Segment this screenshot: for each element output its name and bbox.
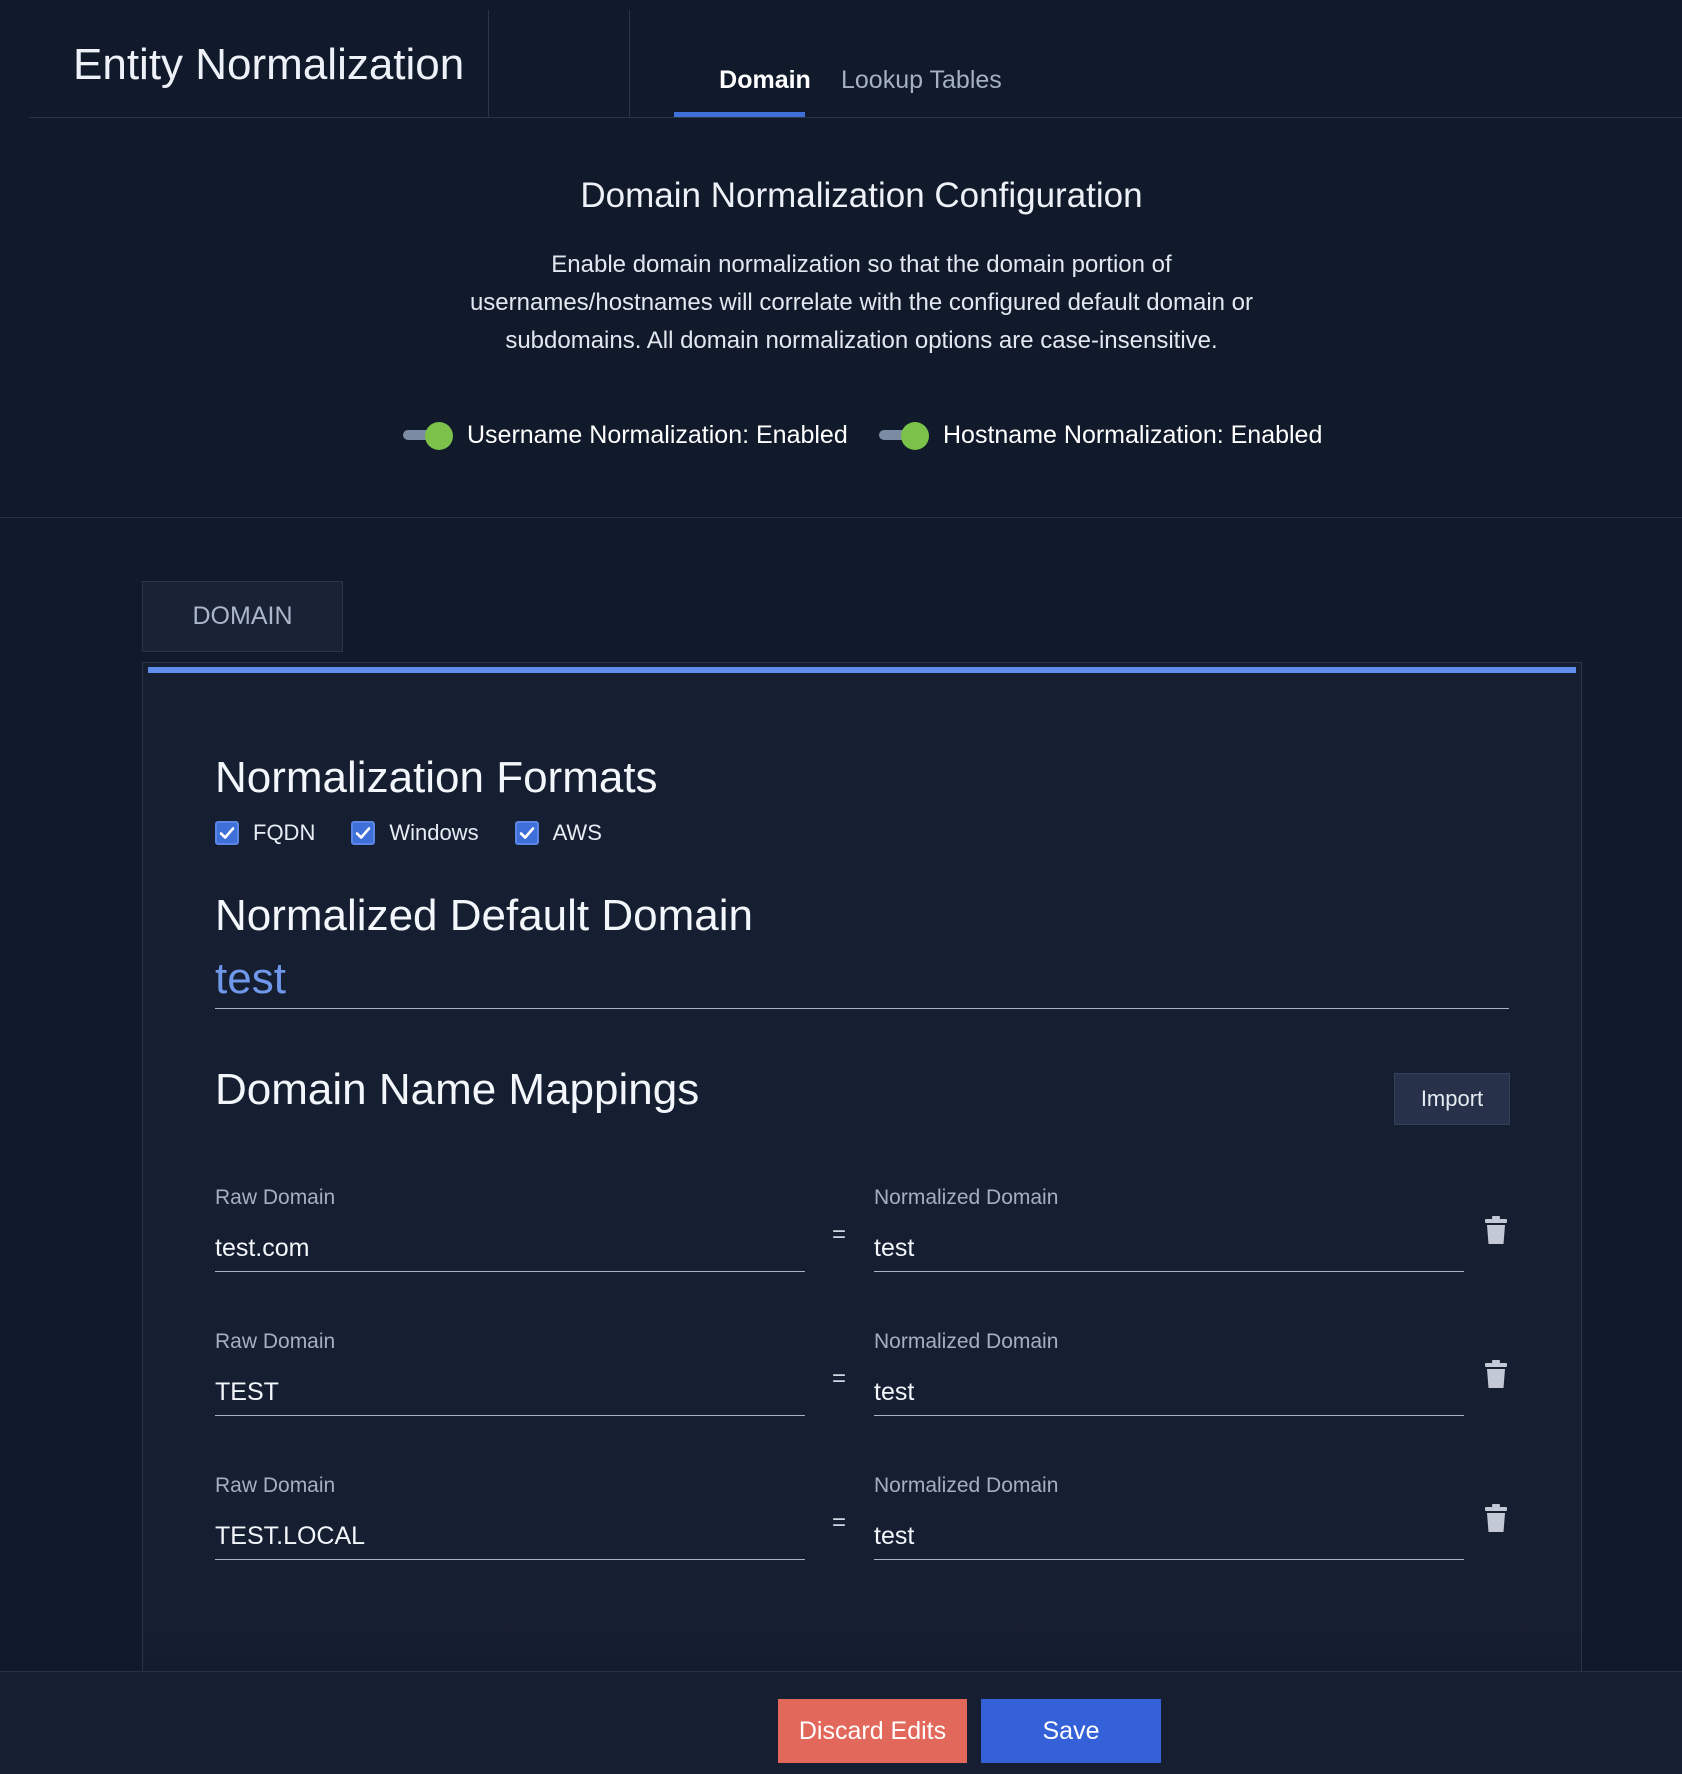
default-domain-input[interactable]: test [215, 953, 1509, 1009]
normalized-domain-label: Normalized Domain [874, 1186, 1059, 1209]
tab-domain[interactable]: Domain [696, 66, 834, 95]
trash-icon[interactable] [1483, 1215, 1509, 1245]
panel-tab-domain[interactable]: DOMAIN [142, 581, 343, 652]
normalized-domain-label: Normalized Domain [874, 1474, 1059, 1497]
toggle-knob [901, 422, 929, 450]
save-button[interactable]: Save [981, 1699, 1161, 1763]
config-description: Enable domain normalization so that the … [440, 246, 1283, 360]
raw-domain-input[interactable]: TEST.LOCAL [215, 1514, 805, 1560]
checkbox-aws[interactable]: AWS [514, 820, 602, 846]
mapping-row: Raw Domain Normalized Domain test.com = … [215, 1186, 1515, 1286]
normalized-domain-input[interactable]: test [874, 1370, 1464, 1416]
normalized-domain-input[interactable]: test [874, 1226, 1464, 1272]
raw-domain-label: Raw Domain [215, 1186, 336, 1209]
default-domain-heading: Normalized Default Domain [215, 891, 753, 940]
raw-domain-input[interactable]: TEST [215, 1370, 805, 1416]
equals-sign: = [832, 1221, 847, 1248]
trash-icon[interactable] [1483, 1503, 1509, 1533]
import-button[interactable]: Import [1394, 1073, 1510, 1125]
discard-edits-button[interactable]: Discard Edits [778, 1699, 967, 1763]
check-icon[interactable] [351, 821, 376, 845]
tab-lookup-tables[interactable]: Lookup Tables [841, 66, 1002, 95]
panel-accent-bar [148, 667, 1576, 673]
trash-icon[interactable] [1483, 1359, 1509, 1389]
checkbox-label: FQDN [253, 820, 316, 845]
config-description-line: subdomains. All domain normalization opt… [505, 327, 1218, 354]
checkbox-label: Windows [389, 820, 479, 845]
domain-panel: Normalization Formats FQDN Windows AWS N… [142, 662, 1582, 1672]
raw-domain-label: Raw Domain [215, 1330, 336, 1353]
page-title: Entity Normalization [73, 40, 465, 89]
checkbox-label: AWS [552, 820, 602, 845]
toggle-label: Hostname Normalization: Enabled [943, 420, 1323, 449]
username-normalization-toggle[interactable]: Username Normalization: Enabled [403, 418, 848, 452]
mappings-heading: Domain Name Mappings [215, 1065, 700, 1114]
toggle-switch[interactable] [403, 420, 453, 450]
format-checkboxes: FQDN Windows AWS [215, 820, 638, 846]
toggle-label: Username Normalization: Enabled [467, 420, 848, 449]
mapping-row: Raw Domain Normalized Domain TEST = test [215, 1330, 1515, 1430]
check-icon[interactable] [514, 821, 539, 845]
header-divider [488, 10, 489, 118]
config-title: Domain Normalization Configuration [580, 176, 1143, 215]
active-tab-indicator [674, 112, 805, 117]
checkbox-fqdn[interactable]: FQDN [215, 820, 315, 846]
raw-domain-label: Raw Domain [215, 1474, 336, 1497]
checkbox-windows[interactable]: Windows [351, 820, 479, 846]
domain-normalization-config: Domain Normalization Configuration Enabl… [0, 118, 1682, 518]
normalized-domain-input[interactable]: test [874, 1514, 1464, 1560]
toggle-switch[interactable] [879, 420, 929, 450]
equals-sign: = [832, 1365, 847, 1392]
check-icon[interactable] [215, 821, 239, 845]
hostname-normalization-toggle[interactable]: Hostname Normalization: Enabled [879, 418, 1322, 452]
normalized-domain-label: Normalized Domain [874, 1330, 1059, 1353]
action-footer: Discard Edits Save [0, 1671, 1682, 1774]
equals-sign: = [832, 1509, 847, 1536]
page-header: Entity Normalization Domain Lookup Table… [29, 0, 1682, 118]
mapping-row: Raw Domain Normalized Domain TEST.LOCAL … [215, 1474, 1515, 1574]
toggle-knob [425, 422, 453, 450]
formats-heading: Normalization Formats [215, 753, 658, 802]
header-divider [629, 10, 630, 118]
config-description-line: Enable domain normalization so that the … [551, 251, 1172, 278]
raw-domain-input[interactable]: test.com [215, 1226, 805, 1272]
scroll-fade [143, 1612, 1581, 1672]
config-description-line: usernames/hostnames will correlate with … [469, 289, 1254, 316]
